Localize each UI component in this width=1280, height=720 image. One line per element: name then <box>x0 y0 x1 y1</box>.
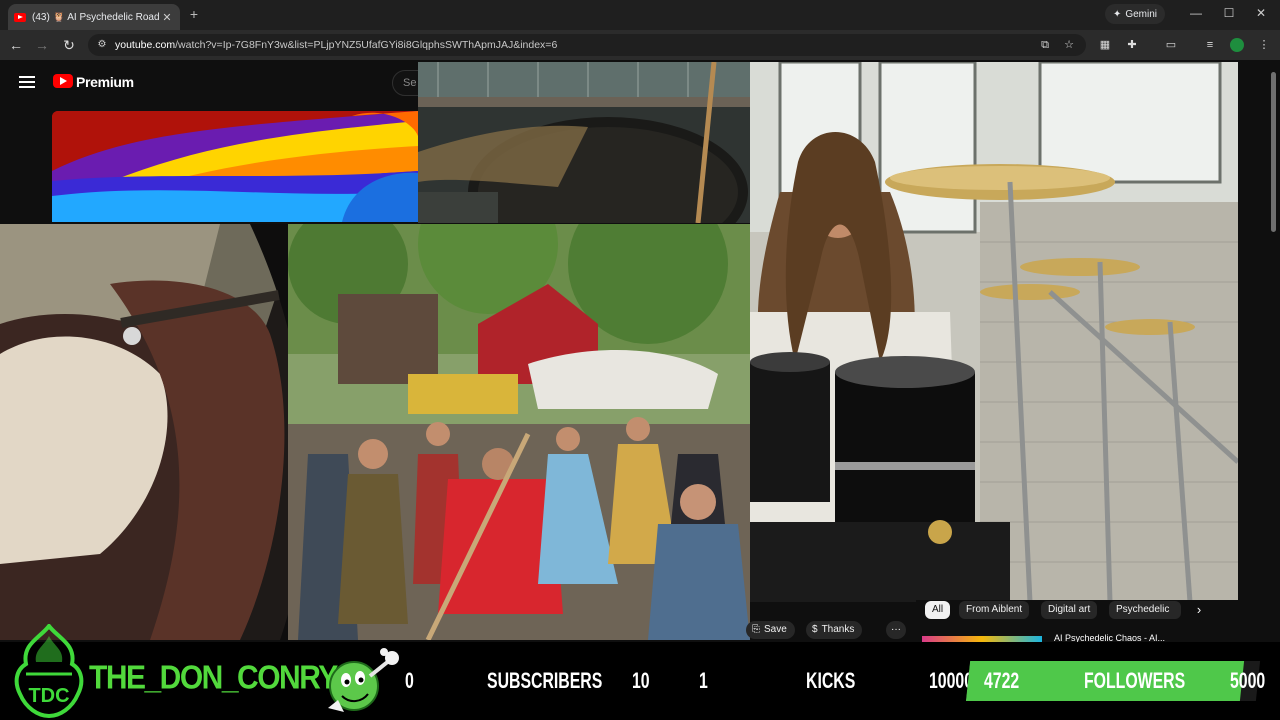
maximize-icon[interactable]: ☐ <box>1220 6 1238 20</box>
video-overlay-cymbal <box>418 62 750 223</box>
kicks-label: KICKS <box>806 668 856 693</box>
chevron-right-icon[interactable]: › <box>1192 602 1206 617</box>
chip-digital-art[interactable]: Digital art <box>1041 601 1098 619</box>
video-overlay-drummer <box>750 62 1238 602</box>
reload-icon[interactable]: ↻ <box>60 36 78 54</box>
profile-avatar[interactable] <box>1230 38 1244 52</box>
browser-tab-active[interactable]: (43) 🦉 AI Psychedelic Road Tr ✕ <box>8 4 180 30</box>
url-text[interactable]: youtube.com/watch?v=Ip-7G8FnY3w&list=PLj… <box>115 39 557 51</box>
window-close-icon[interactable]: ✕ <box>1252 6 1270 20</box>
channel-name: THE_DON_CONRY <box>89 660 338 697</box>
hamburger-menu-icon[interactable] <box>19 76 35 88</box>
bookmark-icon: ⎘ <box>752 624 760 635</box>
extension-icon[interactable]: ▦ <box>1097 37 1113 53</box>
close-icon[interactable]: ✕ <box>160 11 174 24</box>
followers-label: FOLLOWERS <box>1084 668 1186 693</box>
sparkle-icon: ✦ <box>1112 8 1122 20</box>
minimize-icon[interactable]: — <box>1187 6 1205 20</box>
forward-arrow-icon[interactable]: → <box>33 36 51 54</box>
thanks-label: Thanks <box>821 624 855 635</box>
screen: (43) 🦉 AI Psychedelic Road Tr ✕ + ✦ Gemi… <box>0 0 1280 720</box>
followers-goal: 5000 <box>1230 668 1266 693</box>
reading-list-icon[interactable]: ≡ <box>1202 37 1218 53</box>
kicks-current: 1 <box>699 668 708 693</box>
puzzle-icon[interactable]: ✚ <box>1124 37 1140 53</box>
save-label: Save <box>764 624 787 635</box>
gemini-label: Gemini <box>1125 8 1158 20</box>
youtube-premium-label[interactable]: Premium <box>76 74 134 90</box>
bookmark-star-icon[interactable]: ☆ <box>1061 37 1077 53</box>
subscribers-goal: 10 <box>632 668 650 693</box>
new-tab-button[interactable]: + <box>186 6 202 22</box>
save-button[interactable]: ⎘ Save <box>746 621 795 639</box>
page-scrollbar[interactable] <box>1271 72 1276 232</box>
thanks-button[interactable]: $ Thanks <box>806 621 863 639</box>
tab-title: (43) 🦉 AI Psychedelic Road Tr <box>32 11 160 23</box>
chip-all[interactable]: All <box>925 601 951 619</box>
gemini-button[interactable]: ✦ Gemini <box>1105 4 1165 24</box>
more-actions-button[interactable]: ··· <box>886 621 906 639</box>
mascot-icon <box>328 648 399 712</box>
subscribers-current: 0 <box>405 668 414 693</box>
install-app-icon[interactable]: ⧉ <box>1037 37 1053 53</box>
video-overlay-hand <box>0 224 335 640</box>
back-arrow-icon[interactable]: ← <box>7 36 25 54</box>
tdc-logo: TDC <box>14 624 84 718</box>
subscribers-label: SUBSCRIBERS <box>487 668 603 693</box>
chip-psychedelic[interactable]: Psychedelic <box>1109 601 1181 619</box>
followers-current: 4722 <box>984 668 1020 693</box>
youtube-favicon-icon <box>14 12 26 22</box>
thanks-icon: $ <box>812 624 818 635</box>
tdc-logo-text: TDC <box>28 685 69 707</box>
promo-banner-art <box>52 111 418 222</box>
cast-icon[interactable]: ▭ <box>1163 37 1179 53</box>
video-overlay-renaissance-fair <box>288 224 750 640</box>
youtube-logo-icon[interactable] <box>53 74 73 88</box>
kebab-menu-icon[interactable]: ⋮ <box>1256 37 1272 53</box>
chip-from-aiblent[interactable]: From Aiblent <box>959 601 1030 619</box>
site-info-icon[interactable]: ⚙ <box>95 38 109 52</box>
